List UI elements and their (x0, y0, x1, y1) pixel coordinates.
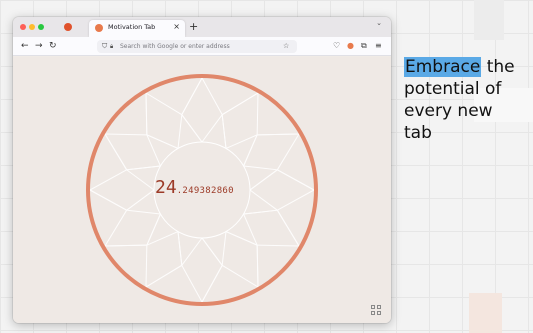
mandala-line (221, 114, 227, 149)
mandala-line (181, 237, 203, 266)
mandala-line (177, 231, 183, 266)
tagline-line-4: tab (404, 123, 432, 143)
tagline-line-2: potential of (404, 79, 502, 99)
mandala-line (104, 133, 128, 171)
mandala-line (89, 169, 127, 191)
mandala-line (145, 92, 148, 135)
mandala-line (104, 244, 147, 247)
bookmark-star-icon[interactable]: ☆ (283, 41, 289, 52)
mandala-line (201, 237, 223, 266)
mandala-line (126, 209, 161, 215)
back-arrow-icon[interactable]: ← (21, 40, 29, 52)
mandala-line (104, 209, 128, 247)
address-placeholder: Search with Google or enter address (120, 43, 230, 50)
extension-motivation-icon[interactable]: ● (347, 40, 354, 52)
mandala-line (256, 245, 259, 288)
mandala-line (257, 244, 300, 247)
mandala-line (257, 133, 300, 136)
address-bar[interactable]: ⛉ 🔒︎ Search with Google or enter address… (97, 40, 297, 53)
tagline-highlight: Embrace (404, 57, 482, 77)
mandala-line (201, 77, 223, 115)
mandala-line (145, 264, 183, 288)
mandala-line (126, 189, 155, 211)
new-tab-button[interactable]: + (189, 21, 198, 32)
mandala-line (201, 265, 223, 303)
browser-window: Motivation Tab × + ⌄ ← → ↻ ⛉ 🔒︎ Search w… (13, 17, 391, 323)
motivation-tab-favicon-icon (95, 24, 103, 32)
mandala-line (145, 92, 183, 116)
tab-title: Motivation Tab (108, 23, 156, 31)
mandala-line (277, 189, 315, 211)
mandala-line (221, 264, 259, 288)
lock-icon: 🔒︎ (110, 43, 114, 50)
mandala-line (221, 231, 227, 266)
forward-arrow-icon[interactable]: → (35, 40, 43, 52)
mandala-line (181, 265, 203, 303)
pocket-icon[interactable]: ♡ (333, 40, 340, 52)
age-counter: 24.249382860 (155, 177, 234, 198)
firefox-view-icon[interactable] (64, 23, 72, 31)
mandala-line (104, 133, 147, 136)
mandala-line (89, 189, 127, 211)
reload-icon[interactable]: ↻ (49, 40, 57, 52)
tab-motivation[interactable]: Motivation Tab × (89, 20, 185, 37)
page-content: 24.249382860 (13, 57, 391, 323)
shield-icon[interactable]: ⛉ (102, 41, 107, 52)
tagline-line-1-rest: the (481, 57, 515, 77)
mandala-line (221, 92, 259, 116)
tab-bar: Motivation Tab × + ⌄ (13, 17, 391, 37)
extensions-puzzle-icon[interactable]: ⧉ (361, 40, 367, 52)
mandala-line (243, 209, 278, 215)
tagline-line-1: Embrace the (404, 56, 529, 78)
mandala-line (276, 209, 300, 247)
promo-tagline: Embrace the potential of every new tab (404, 56, 529, 144)
mandala-line (201, 114, 223, 143)
mandala-line (181, 77, 203, 115)
tab-list-button[interactable]: ⌄ (376, 19, 382, 27)
mandala-line (243, 165, 278, 171)
mandala-line (256, 92, 259, 135)
zoom-window-button[interactable] (38, 24, 44, 30)
mandala-line (249, 169, 278, 191)
minimize-window-button[interactable] (29, 24, 35, 30)
close-tab-icon[interactable]: × (173, 22, 180, 31)
mandala-line (249, 189, 278, 211)
navigation-toolbar: ← → ↻ ⛉ 🔒︎ Search with Google or enter a… (13, 37, 391, 56)
mandala-line (276, 133, 300, 171)
hamburger-menu-icon[interactable]: ≡ (375, 40, 382, 52)
close-window-button[interactable] (20, 24, 26, 30)
age-decimal: .249382860 (176, 186, 234, 196)
age-integer: 24 (155, 177, 177, 198)
tagline-line-3: every new (404, 101, 493, 121)
mandala-line (277, 169, 315, 191)
grid-menu-icon[interactable] (371, 305, 383, 317)
background-tile (474, 0, 504, 40)
mandala-line (181, 114, 203, 143)
background-tile (469, 293, 502, 333)
mandala-line (145, 245, 148, 288)
mandala-line (126, 169, 155, 191)
mandala-line (177, 114, 183, 149)
mandala-line (126, 165, 161, 171)
